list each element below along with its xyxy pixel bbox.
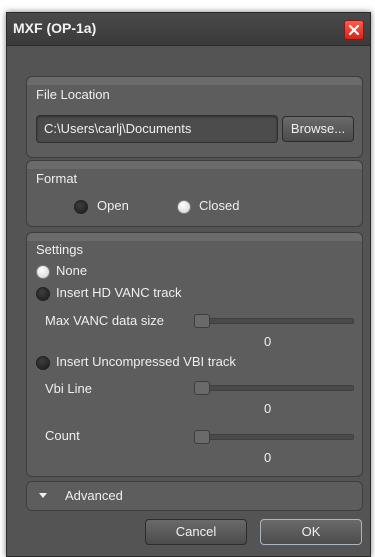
file-path-value: C:\Users\carlj\Documents (44, 121, 192, 136)
file-path-field[interactable]: C:\Users\carlj\Documents (36, 115, 278, 143)
close-button[interactable] (344, 20, 364, 40)
vbi-line-slider-track[interactable] (195, 385, 354, 391)
close-icon (348, 24, 360, 36)
format-closed-label: Closed (199, 198, 240, 213)
count-value: 0 (264, 450, 272, 465)
vbi-track-radio[interactable] (36, 356, 50, 370)
max-vanc-label: Max VANC data size (45, 313, 164, 328)
browse-button[interactable]: Browse... (282, 116, 354, 142)
count-slider-track[interactable] (195, 434, 354, 440)
file-location-group: File Location C:\Users\carlj\Documents B… (26, 76, 363, 158)
chevron-down-icon (39, 493, 47, 498)
hd-vanc-radio[interactable] (36, 287, 50, 301)
dialog-title: MXF (OP-1a) (13, 20, 97, 36)
cancel-button[interactable]: Cancel (145, 519, 247, 545)
advanced-label: Advanced (65, 488, 123, 503)
count-label: Count (45, 428, 80, 443)
format-open-label: Open (97, 198, 129, 213)
format-closed-radio[interactable] (177, 200, 191, 214)
settings-none-radio[interactable] (36, 265, 50, 279)
settings-none-label: None (56, 263, 88, 278)
max-vanc-value: 0 (264, 334, 272, 349)
count-slider-thumb[interactable] (194, 430, 210, 444)
vbi-line-label: Vbi Line (45, 381, 92, 396)
format-open-radio[interactable] (74, 200, 88, 214)
settings-label: Settings (36, 242, 83, 257)
format-label: Format (36, 171, 78, 186)
mxf-dialog: MXF (OP-1a) File Location C:\Users\carlj… (6, 12, 371, 557)
format-group: Format Open Closed (26, 160, 363, 227)
advanced-expander[interactable]: Advanced (26, 481, 363, 511)
vbi-track-label: Insert Uncompressed VBI track (56, 354, 236, 369)
ok-button[interactable]: OK (260, 519, 362, 545)
title-bar: MXF (OP-1a) (7, 13, 370, 46)
vbi-line-slider-thumb[interactable] (194, 381, 210, 395)
max-vanc-slider-track[interactable] (195, 318, 354, 324)
file-location-label: File Location (36, 87, 110, 102)
hd-vanc-label: Insert HD VANC track (56, 285, 182, 300)
max-vanc-slider-thumb[interactable] (194, 314, 210, 328)
settings-group: Settings None Insert HD VANC track Max V… (26, 232, 363, 477)
vbi-line-value: 0 (264, 401, 272, 416)
